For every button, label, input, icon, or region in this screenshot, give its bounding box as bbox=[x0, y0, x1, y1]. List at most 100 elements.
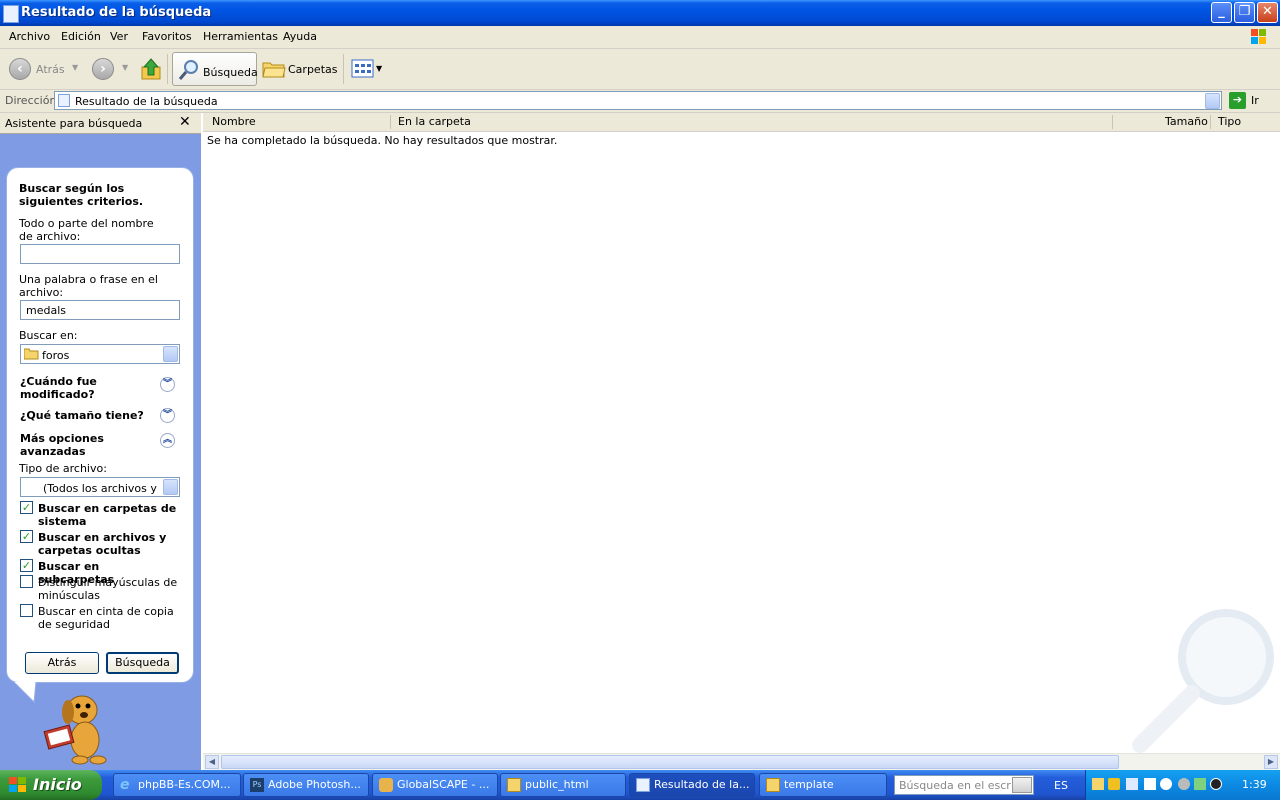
restore-button[interactable]: ❐ bbox=[1234, 2, 1255, 23]
address-input[interactable]: Resultado de la búsqueda bbox=[54, 91, 1222, 110]
back-button-label[interactable]: Atrás bbox=[36, 63, 65, 76]
address-value: Resultado de la búsqueda bbox=[75, 95, 218, 108]
search-pane-title: Asistente para búsqueda bbox=[5, 117, 143, 130]
look-in-value: foros bbox=[42, 349, 70, 362]
expand-chevron-icon[interactable]: ︾ bbox=[160, 377, 175, 392]
chevron-down-icon[interactable] bbox=[163, 479, 178, 495]
look-in-select[interactable]: foros bbox=[20, 344, 180, 364]
menu-archivo[interactable]: Archivo bbox=[9, 30, 50, 43]
option-backup-tape-label: Buscar en cinta de copia de seguridad bbox=[38, 605, 174, 631]
menu-favoritos[interactable]: Favoritos bbox=[142, 30, 192, 43]
printer-icon[interactable] bbox=[1144, 778, 1156, 790]
close-button[interactable]: ✕ bbox=[1257, 2, 1278, 23]
task-globalscape[interactable]: GlobalSCAPE - ... bbox=[372, 773, 498, 797]
when-modified-section[interactable]: ¿Cuándo fue modificado? bbox=[20, 375, 140, 401]
search-results-icon bbox=[58, 94, 70, 107]
what-size-section[interactable]: ¿Qué tamaño tiene? bbox=[20, 409, 160, 422]
task-template[interactable]: template bbox=[759, 773, 887, 797]
search-button[interactable]: Búsqueda bbox=[172, 52, 258, 86]
checkbox-backup-tape[interactable] bbox=[20, 604, 33, 617]
menu-ver[interactable]: Ver bbox=[110, 30, 128, 43]
folder-icon bbox=[766, 778, 780, 792]
no-results-message: Se ha completado la búsqueda. No hay res… bbox=[207, 134, 558, 147]
search-dog-assistant-icon[interactable] bbox=[40, 688, 112, 766]
task-ie[interactable]: e phpBB-Es.COM... bbox=[113, 773, 241, 797]
task-photoshop[interactable]: Ps Adobe Photosh... bbox=[243, 773, 369, 797]
language-indicator[interactable]: ES bbox=[1054, 779, 1068, 792]
speech-bubble-tail bbox=[14, 682, 37, 704]
advanced-options-section[interactable]: Más opciones avanzadas bbox=[20, 432, 130, 458]
menu-ayuda[interactable]: Ayuda bbox=[283, 30, 317, 43]
up-folder-icon[interactable] bbox=[140, 57, 162, 81]
address-dropdown-icon[interactable] bbox=[1205, 93, 1220, 109]
back-button[interactable]: Atrás bbox=[25, 652, 99, 674]
search-icon[interactable] bbox=[1012, 777, 1032, 793]
forward-arrow-icon[interactable]: › bbox=[92, 58, 114, 80]
desktop-search-placeholder: Búsqueda en el escritorio bbox=[899, 779, 1011, 792]
look-in-label: Buscar en: bbox=[19, 329, 78, 342]
clock-utility-icon[interactable] bbox=[1178, 778, 1190, 790]
checkbox-system-folders[interactable]: ✓ bbox=[20, 501, 33, 514]
back-arrow-icon[interactable]: ‹ bbox=[9, 58, 31, 80]
scroll-right-icon[interactable]: ▶ bbox=[1264, 755, 1278, 769]
toolbar-separator bbox=[167, 54, 168, 84]
minimize-button[interactable]: _ bbox=[1211, 2, 1232, 23]
column-header-folder[interactable]: En la carpeta bbox=[398, 115, 471, 128]
column-separator[interactable] bbox=[390, 115, 391, 129]
file-type-select[interactable]: (Todos los archivos y car bbox=[20, 477, 180, 497]
forward-dropdown-icon[interactable]: ▼ bbox=[122, 63, 128, 72]
folders-button-label[interactable]: Carpetas bbox=[288, 63, 337, 76]
start-button[interactable]: Inicio bbox=[0, 770, 102, 800]
photoshop-icon: Ps bbox=[250, 778, 264, 792]
views-dropdown-icon[interactable]: ▼ bbox=[376, 64, 382, 73]
window-icon bbox=[3, 5, 19, 23]
search-submit-button[interactable]: Búsqueda bbox=[106, 652, 179, 674]
column-separator[interactable] bbox=[1210, 115, 1211, 129]
task-search-results[interactable]: Resultado de la... bbox=[629, 773, 755, 797]
start-label: Inicio bbox=[33, 775, 82, 794]
chevron-down-icon[interactable] bbox=[163, 346, 178, 362]
phrase-label: Una palabra o frase en el archivo: bbox=[19, 273, 158, 299]
checkbox-case-sensitive[interactable] bbox=[20, 575, 33, 588]
desktop-search-input[interactable]: Búsqueda en el escritorio bbox=[894, 775, 1034, 795]
scroll-left-icon[interactable]: ◀ bbox=[205, 755, 219, 769]
menu-herramientas[interactable]: Herramientas bbox=[203, 30, 278, 43]
folders-icon[interactable] bbox=[262, 59, 286, 79]
search-button-label: Búsqueda bbox=[203, 66, 258, 79]
phrase-value: medals bbox=[26, 304, 66, 317]
search-watermark-icon bbox=[1132, 609, 1274, 753]
panda-icon[interactable] bbox=[1160, 778, 1172, 790]
folder-icon bbox=[507, 778, 521, 792]
phrase-input[interactable]: medals bbox=[20, 300, 180, 320]
menu-edicion[interactable]: Edición bbox=[61, 30, 101, 43]
filename-label: Todo o parte del nombre de archivo: bbox=[19, 217, 154, 243]
column-header-size[interactable]: Tamaño bbox=[1165, 115, 1208, 128]
column-header-type[interactable]: Tipo bbox=[1218, 115, 1241, 128]
horizontal-scrollbar[interactable]: ◀ ▶ bbox=[203, 753, 1280, 771]
column-separator[interactable] bbox=[1112, 115, 1113, 129]
column-header-row: Nombre En la carpeta Tamaño Tipo bbox=[203, 113, 1280, 132]
views-icon[interactable] bbox=[351, 59, 375, 79]
shield-icon[interactable] bbox=[1108, 778, 1120, 790]
checkbox-hidden-files[interactable]: ✓ bbox=[20, 530, 33, 543]
safely-remove-icon[interactable] bbox=[1194, 778, 1206, 790]
volume-icon[interactable] bbox=[1210, 778, 1222, 790]
close-pane-icon[interactable]: ✕ bbox=[179, 114, 191, 130]
search-icon bbox=[178, 60, 198, 80]
filename-input[interactable] bbox=[20, 244, 180, 264]
windows-logo-icon bbox=[1251, 29, 1266, 44]
tray-folder-icon[interactable] bbox=[1092, 778, 1104, 790]
column-header-name[interactable]: Nombre bbox=[212, 115, 256, 128]
toolbar-separator bbox=[343, 54, 344, 84]
back-dropdown-icon[interactable]: ▼ bbox=[72, 63, 78, 72]
collapse-chevron-icon[interactable]: ︽ bbox=[160, 433, 175, 448]
go-arrow-icon[interactable]: ➔ bbox=[1229, 92, 1246, 109]
go-button-label[interactable]: Ir bbox=[1251, 94, 1259, 107]
task-public-html[interactable]: public_html bbox=[500, 773, 626, 797]
scrollbar-thumb[interactable] bbox=[221, 755, 1119, 769]
option-hidden-files-label: Buscar en archivos y carpetas ocultas bbox=[38, 531, 167, 557]
file-type-value: (Todos los archivos y car bbox=[43, 482, 161, 495]
checkbox-subfolders[interactable]: ✓ bbox=[20, 559, 33, 572]
expand-chevron-icon[interactable]: ︾ bbox=[160, 408, 175, 423]
network-icon[interactable] bbox=[1126, 778, 1138, 790]
